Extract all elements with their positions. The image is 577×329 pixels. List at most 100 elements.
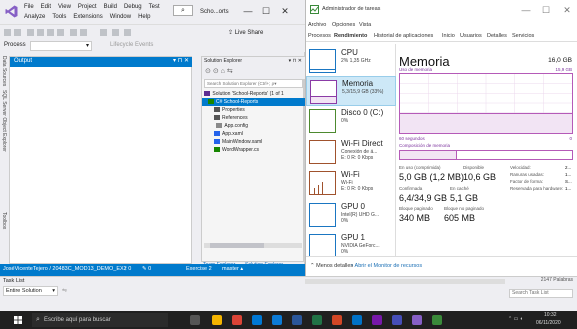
tab-inicio[interactable]: Inicio: [442, 33, 455, 39]
tab-servicios[interactable]: Servicios: [512, 33, 534, 39]
horizontal-scrollbar[interactable]: [204, 243, 302, 248]
resource-item-gpu-0[interactable]: GPU 0 Intel(R) UHD G... 0%: [306, 200, 396, 230]
task-view-icon[interactable]: [190, 315, 200, 325]
onenote-icon[interactable]: [372, 315, 382, 325]
menu-debug[interactable]: Debug: [124, 3, 142, 12]
minimize-button[interactable]: —: [240, 4, 256, 18]
menu-file[interactable]: File: [24, 3, 34, 12]
excel-icon[interactable]: [312, 315, 322, 325]
store-icon[interactable]: [252, 315, 262, 325]
scrollbar-thumb[interactable]: [210, 243, 264, 248]
resource-item-cpu[interactable]: CPU 2% 1,35 GHz: [306, 46, 396, 76]
task-manager-icon[interactable]: [432, 315, 442, 325]
tree-item[interactable]: MainWindow.xaml: [202, 138, 305, 146]
taskbar-time[interactable]: 10:32: [544, 312, 557, 318]
filter-icon[interactable]: ⇋: [62, 287, 67, 294]
menu-archivo[interactable]: Archivo: [308, 22, 326, 28]
taskbar-date[interactable]: 06/11/2020: [536, 320, 561, 326]
tree-item[interactable]: App.config: [202, 122, 305, 130]
maximize-button[interactable]: ☐: [538, 3, 554, 17]
live-share-button[interactable]: ⇪ Live Share: [228, 29, 263, 36]
resource-item-memoria[interactable]: Memoria 5,3/15,9 GB (33%): [306, 76, 396, 106]
solution-explorer-search-input[interactable]: Search Solution Explorer (Ctrl+; ρ▾: [204, 79, 303, 88]
word-icon[interactable]: [292, 315, 302, 325]
resource-item-wi-fi[interactable]: Wi-Fi Wi-Fi E: 0 R: 0 Kbps: [306, 168, 396, 198]
back-icon[interactable]: ⊙: [205, 68, 211, 75]
repository-name[interactable]: Exercise 2: [186, 266, 212, 272]
menu-opciones[interactable]: Opciones: [332, 22, 355, 28]
sync-icon[interactable]: ⇆: [227, 68, 233, 75]
powerpoint-icon[interactable]: [332, 315, 342, 325]
toolbox-tab[interactable]: Toolbox: [1, 212, 7, 229]
outlook-icon[interactable]: [352, 315, 362, 325]
tab-usuarios[interactable]: Usuarios: [460, 33, 482, 39]
tab-procesos[interactable]: Procesos: [308, 33, 331, 39]
teams-icon[interactable]: [392, 315, 402, 325]
undo-icon[interactable]: [70, 29, 77, 36]
tab-rendimiento[interactable]: Rendimiento: [334, 33, 367, 39]
menu-window[interactable]: Window: [110, 13, 131, 22]
menu-extensions[interactable]: Extensions: [73, 13, 102, 22]
home-icon[interactable]: ⌂: [221, 68, 225, 75]
solution-explorer-toolbar[interactable]: ⊙ ⊙ ⌂ ⇆: [202, 67, 305, 79]
menu-tools[interactable]: Tools: [52, 13, 66, 22]
start-icon[interactable]: [100, 29, 107, 36]
task-scope-dropdown[interactable]: Entire Solution ▾: [3, 286, 58, 296]
search-icon[interactable]: ⌕: [173, 5, 193, 16]
visual-studio-icon[interactable]: [412, 315, 422, 325]
process-dropdown[interactable]: ▾: [30, 41, 92, 51]
tree-item[interactable]: C# School-Reports: [202, 98, 305, 106]
changes-count[interactable]: ✎ 0: [142, 266, 151, 272]
new-item-icon[interactable]: [27, 29, 34, 36]
edge-icon[interactable]: [272, 315, 282, 325]
tree-item[interactable]: Properties: [202, 106, 305, 114]
menu-help[interactable]: Help: [138, 13, 150, 22]
open-resource-monitor-link[interactable]: ◔ Abrir el Monitor de recursos: [350, 263, 422, 269]
save-all-icon[interactable]: [57, 29, 64, 36]
tab-historial[interactable]: Historial de aplicaciones: [374, 33, 433, 39]
pane-controls[interactable]: ▾ ⊓ ✕: [173, 57, 189, 64]
redo-icon[interactable]: [80, 29, 87, 36]
taskbar-search-input[interactable]: Escribe aquí para buscar: [32, 313, 168, 327]
task-list-search-input[interactable]: Search Task List: [509, 289, 573, 298]
output-pane[interactable]: Output ▾ ⊓ ✕: [9, 56, 193, 264]
menu-analyze[interactable]: Analyze: [24, 13, 45, 22]
lifecycle-events-label[interactable]: Lifecycle Events: [110, 42, 153, 48]
sql-server-object-explorer-tab[interactable]: SQL Server Object Explorer: [1, 90, 7, 152]
windows-start-icon[interactable]: [14, 316, 22, 324]
menu-project[interactable]: Project: [78, 3, 97, 12]
system-tray-icons[interactable]: ⌃ ▭ ◖: [508, 316, 523, 322]
tree-item[interactable]: Solution 'School-Reports' (1 of 1: [202, 90, 305, 98]
tab-detalles[interactable]: Detalles: [487, 33, 507, 39]
branch-name[interactable]: master ▴: [222, 266, 243, 272]
horizontal-scrollbar[interactable]: [305, 279, 505, 284]
menu-view[interactable]: View: [58, 3, 71, 12]
resource-item-wi-fi-direct[interactable]: Wi-Fi Direct Conexión de á... E: 0 R: 0 Kb…: [306, 137, 396, 167]
minimize-button[interactable]: —: [518, 3, 534, 17]
tree-item[interactable]: WordWrapper.cs: [202, 146, 305, 154]
menu-build[interactable]: Build: [104, 3, 117, 12]
forward-icon[interactable]: ⊙: [213, 68, 219, 75]
forward-icon[interactable]: [14, 29, 21, 36]
fewer-details-button[interactable]: ⌃ Menos detalles: [310, 263, 353, 269]
push-count[interactable]: ↑ 0: [124, 266, 131, 272]
close-button[interactable]: ✕: [559, 3, 575, 17]
menu-vista[interactable]: Vista: [359, 22, 371, 28]
tree-item[interactable]: App.xaml: [202, 130, 305, 138]
chrome-icon[interactable]: [232, 315, 242, 325]
explorer-icon[interactable]: [212, 315, 222, 325]
tree-item[interactable]: References: [202, 114, 305, 122]
back-icon[interactable]: [4, 29, 11, 36]
save-icon[interactable]: [47, 29, 54, 36]
open-icon[interactable]: [37, 29, 44, 36]
branch-status[interactable]: JoséVicenteTejero / 20483C_MOD13_DEMO_EX…: [3, 266, 127, 272]
data-sources-tab[interactable]: Data Sources: [1, 56, 7, 86]
resource-item-disco-0-c[interactable]: Disco 0 (C:) 0%: [306, 106, 396, 136]
platform-icon[interactable]: [124, 29, 131, 36]
close-button[interactable]: ✕: [277, 4, 293, 18]
maximize-button[interactable]: ☐: [258, 4, 274, 18]
config-icon[interactable]: [112, 29, 119, 36]
menu-test[interactable]: Test: [149, 3, 160, 12]
menu-edit[interactable]: Edit: [41, 3, 51, 12]
pane-controls[interactable]: ▾ ⊓ ✕: [289, 58, 302, 64]
